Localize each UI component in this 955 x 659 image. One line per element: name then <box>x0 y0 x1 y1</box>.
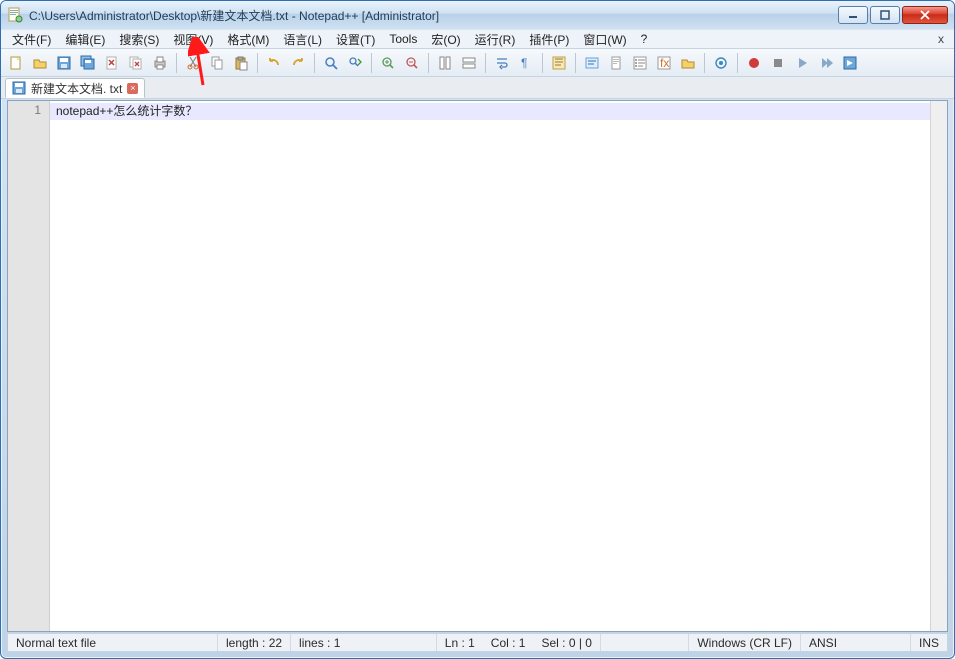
toolbar-separator <box>575 53 576 73</box>
maximize-button[interactable] <box>870 6 900 24</box>
vertical-scrollbar[interactable] <box>930 101 947 631</box>
status-lines: lines : 1 <box>291 634 348 651</box>
replace-icon[interactable] <box>344 52 366 74</box>
save-icon[interactable] <box>53 52 75 74</box>
menu-settings[interactable]: 设置(T) <box>329 30 382 49</box>
zoom-out-icon[interactable] <box>401 52 423 74</box>
copy-icon[interactable] <box>206 52 228 74</box>
toolbar-separator <box>314 53 315 73</box>
tab-label: 新建文本文档. txt <box>31 80 122 97</box>
toolbar: ¶ fx <box>1 49 954 77</box>
status-col: Col : 1 <box>483 634 534 651</box>
toolbar-separator <box>428 53 429 73</box>
title-bar: C:\Users\Administrator\Desktop\新建文本文档.tx… <box>1 1 954 29</box>
menu-run[interactable]: 运行(R) <box>468 30 523 49</box>
stop-macro-icon[interactable] <box>767 52 789 74</box>
show-all-chars-icon[interactable]: ¶ <box>515 52 537 74</box>
menu-bar: 文件(F) 编辑(E) 搜索(S) 视图(V) 格式(M) 语言(L) 设置(T… <box>1 29 954 49</box>
save-all-icon[interactable] <box>77 52 99 74</box>
paste-icon[interactable] <box>230 52 252 74</box>
window-controls <box>838 6 948 24</box>
sync-v-icon[interactable] <box>434 52 456 74</box>
menu-format[interactable]: 格式(M) <box>220 30 276 49</box>
play-macro-icon[interactable] <box>791 52 813 74</box>
status-mode[interactable]: INS <box>911 634 947 651</box>
print-icon[interactable] <box>149 52 171 74</box>
redo-icon[interactable] <box>287 52 309 74</box>
minimize-button[interactable] <box>838 6 868 24</box>
svg-text:fx: fx <box>660 56 669 70</box>
monitor-icon[interactable] <box>710 52 732 74</box>
close-button[interactable] <box>902 6 948 24</box>
file-tab[interactable]: 新建文本文档. txt × <box>5 78 145 98</box>
status-encoding[interactable]: ANSI <box>801 634 911 651</box>
tab-bar: 新建文本文档. txt × <box>1 77 954 99</box>
find-icon[interactable] <box>320 52 342 74</box>
record-macro-icon[interactable] <box>743 52 765 74</box>
menu-view[interactable]: 视图(V) <box>166 30 220 49</box>
status-length: length : 22 <box>218 634 291 651</box>
undo-icon[interactable] <box>263 52 285 74</box>
tab-close-icon[interactable]: × <box>127 83 138 94</box>
cut-icon[interactable] <box>182 52 204 74</box>
toolbar-separator <box>704 53 705 73</box>
indent-guide-icon[interactable] <box>548 52 570 74</box>
editor-area: 1 notepad++怎么统计字数？ <box>7 100 948 632</box>
status-sel: Sel : 0 | 0 <box>533 634 600 651</box>
toolbar-separator <box>257 53 258 73</box>
menu-language[interactable]: 语言(L) <box>276 30 329 49</box>
menu-tools[interactable]: Tools <box>382 31 424 47</box>
code-editor[interactable]: notepad++怎么统计字数？ <box>50 101 930 631</box>
menu-search[interactable]: 搜索(S) <box>112 30 166 49</box>
toolbar-separator <box>542 53 543 73</box>
toolbar-separator <box>485 53 486 73</box>
toolbar-separator <box>176 53 177 73</box>
new-file-icon[interactable] <box>5 52 27 74</box>
menu-help[interactable]: ? <box>634 31 655 47</box>
status-bar: Normal text file length : 22 lines : 1 L… <box>7 633 948 652</box>
app-icon <box>7 7 23 23</box>
menu-file[interactable]: 文件(F) <box>5 30 58 49</box>
code-line: notepad++怎么统计字数？ <box>56 103 924 120</box>
doc-map-icon[interactable] <box>605 52 627 74</box>
menu-edit[interactable]: 编辑(E) <box>58 30 112 49</box>
zoom-in-icon[interactable] <box>377 52 399 74</box>
status-filetype: Normal text file <box>8 634 218 651</box>
line-number-gutter: 1 <box>8 101 50 631</box>
menu-macro[interactable]: 宏(O) <box>424 30 467 49</box>
svg-text:¶: ¶ <box>521 56 527 70</box>
status-ln: Ln : 1 <box>437 634 483 651</box>
function-list-icon[interactable]: fx <box>653 52 675 74</box>
line-number: 1 <box>8 103 41 117</box>
save-macro-icon[interactable] <box>839 52 861 74</box>
user-lang-icon[interactable] <box>581 52 603 74</box>
toolbar-separator <box>371 53 372 73</box>
sync-h-icon[interactable] <box>458 52 480 74</box>
menu-plugins[interactable]: 插件(P) <box>522 30 576 49</box>
mdi-close-button[interactable]: x <box>932 32 950 46</box>
doc-list-icon[interactable] <box>629 52 651 74</box>
status-eol[interactable]: Windows (CR LF) <box>689 634 801 651</box>
folder-workspace-icon[interactable] <box>677 52 699 74</box>
file-saved-icon <box>12 81 26 95</box>
open-file-icon[interactable] <box>29 52 51 74</box>
close-file-icon[interactable] <box>101 52 123 74</box>
menu-window[interactable]: 窗口(W) <box>576 30 633 49</box>
toolbar-separator <box>737 53 738 73</box>
app-window: C:\Users\Administrator\Desktop\新建文本文档.tx… <box>0 0 955 659</box>
play-multi-macro-icon[interactable] <box>815 52 837 74</box>
close-all-icon[interactable] <box>125 52 147 74</box>
wordwrap-icon[interactable] <box>491 52 513 74</box>
window-title: C:\Users\Administrator\Desktop\新建文本文档.tx… <box>29 7 838 24</box>
